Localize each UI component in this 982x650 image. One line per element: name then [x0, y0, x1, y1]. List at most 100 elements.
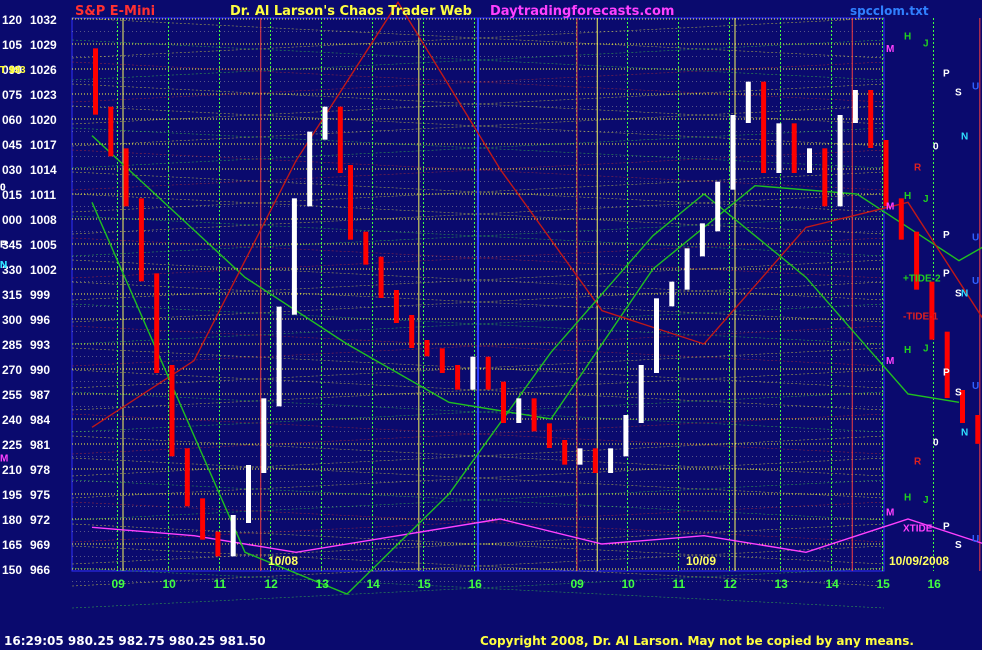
price-candle	[337, 106, 343, 173]
price-candle	[276, 306, 282, 407]
right-label: H	[904, 191, 911, 202]
price-candle	[291, 198, 297, 315]
angle-tick-label: 195	[2, 488, 22, 502]
angle-tick-label: 240	[2, 413, 22, 427]
price-candle	[546, 423, 552, 448]
hour-tick-label: 12	[724, 577, 738, 591]
right-label: J	[923, 194, 929, 205]
angle-tick-label: 180	[2, 513, 22, 527]
price-tick-label: 1032	[30, 13, 57, 27]
price-tick-label: 1029	[30, 38, 57, 52]
price-candle	[424, 340, 430, 357]
right-label: H	[904, 32, 911, 43]
right-label: P	[943, 268, 950, 279]
price-candle	[230, 515, 236, 557]
price-candle	[348, 165, 353, 240]
price-candles-layer	[93, 48, 981, 557]
right-label: U	[972, 82, 979, 93]
site-label: Daytradingforecasts.com	[490, 4, 675, 19]
price-tick-label: 1005	[30, 238, 57, 252]
angle-tick-label: 315	[2, 288, 22, 302]
angle-tick-label: 285	[2, 338, 22, 352]
price-candle	[898, 198, 904, 240]
date-label: 10/08	[268, 554, 298, 568]
right-label: M	[886, 508, 894, 519]
price-candle	[138, 198, 144, 282]
right-label: 0	[933, 142, 939, 153]
right-label: M	[886, 356, 894, 367]
hour-tick-label: 10	[163, 577, 177, 591]
chart-annotation: P	[0, 239, 7, 250]
angle-tick-label: 255	[2, 388, 22, 402]
right-label: R	[914, 163, 922, 174]
price-candle	[439, 348, 445, 373]
right-label: XTIDE	[903, 523, 933, 534]
price-candle	[654, 298, 659, 373]
hour-tick-label: 13	[775, 577, 789, 591]
angle-tick-label: 075	[2, 88, 22, 102]
hour-tick-label: 12	[265, 577, 279, 591]
angle-tick-label: 000	[2, 213, 22, 227]
price-tick-label: 999	[30, 288, 50, 302]
hour-tick-label: 16	[928, 577, 942, 591]
angle-tick-label: 030	[2, 163, 22, 177]
copyright-line: Copyright 2008, Dr. Al Larson. May not b…	[480, 634, 914, 648]
price-tick-label: 978	[30, 463, 50, 477]
price-tick-label: 975	[30, 488, 50, 502]
price-candle	[608, 448, 614, 473]
price-candle	[592, 448, 598, 473]
symbol-label: S&P E-Mini	[75, 4, 156, 19]
hour-tick-label: 11	[214, 577, 227, 591]
chart-annotations-layer: T 99T 133T 99000PPNNNNM+TIDE-2-TIDE-1XTI…	[0, 32, 979, 551]
price-candle	[761, 81, 767, 173]
price-candle	[852, 90, 858, 123]
price-candle	[638, 365, 644, 423]
price-candle	[822, 148, 828, 207]
angle-tick-label: 270	[2, 363, 22, 377]
price-candle	[393, 290, 399, 323]
right-label: S	[955, 540, 962, 551]
price-tick-label: 1014	[30, 163, 57, 177]
right-label: S	[955, 388, 962, 399]
angle-tick-label: 300	[2, 313, 22, 327]
price-tick-label: 987	[30, 388, 50, 402]
price-candle	[501, 381, 506, 423]
right-label: R	[914, 457, 922, 468]
right-label: M	[886, 202, 894, 213]
price-candle	[246, 465, 251, 523]
price-candle	[577, 448, 583, 465]
price-tick-label: 969	[30, 538, 50, 552]
angle-tick-label: 210	[2, 463, 22, 477]
price-candle	[307, 131, 313, 207]
hour-tick-label: 14	[367, 577, 381, 591]
price-candle	[791, 123, 797, 173]
price-candle	[378, 256, 384, 298]
price-tick-label: 981	[30, 438, 50, 452]
price-tick-label: 1017	[30, 138, 57, 152]
price-candle	[261, 398, 267, 473]
angle-tick-label: 150	[2, 563, 22, 577]
price-tick-label: 1023	[30, 88, 57, 102]
right-label: M	[886, 44, 894, 55]
right-label: S	[955, 288, 962, 299]
hour-tick-label: 09	[571, 577, 585, 591]
right-label: J	[923, 38, 929, 49]
chart-annotation: N	[0, 260, 7, 271]
hour-tick-label: 15	[418, 577, 432, 591]
file-label: spcclom.txt	[850, 4, 929, 18]
right-label: S	[955, 88, 962, 99]
price-candle	[455, 365, 461, 390]
hour-tick-label: 15	[877, 577, 891, 591]
price-candle	[200, 498, 206, 540]
angle-tick-label: 120	[2, 13, 22, 27]
price-candle	[623, 415, 629, 457]
price-candle	[516, 398, 522, 423]
price-candle	[975, 415, 981, 444]
angle-tick-label: 165	[2, 538, 22, 552]
hour-tick-label: 10	[622, 577, 636, 591]
price-tick-label: 1020	[30, 113, 57, 127]
tide-curve-tide-1	[91, 1, 982, 428]
right-label: N	[961, 288, 968, 299]
right-label: J	[923, 495, 929, 506]
price-candle	[730, 115, 736, 190]
